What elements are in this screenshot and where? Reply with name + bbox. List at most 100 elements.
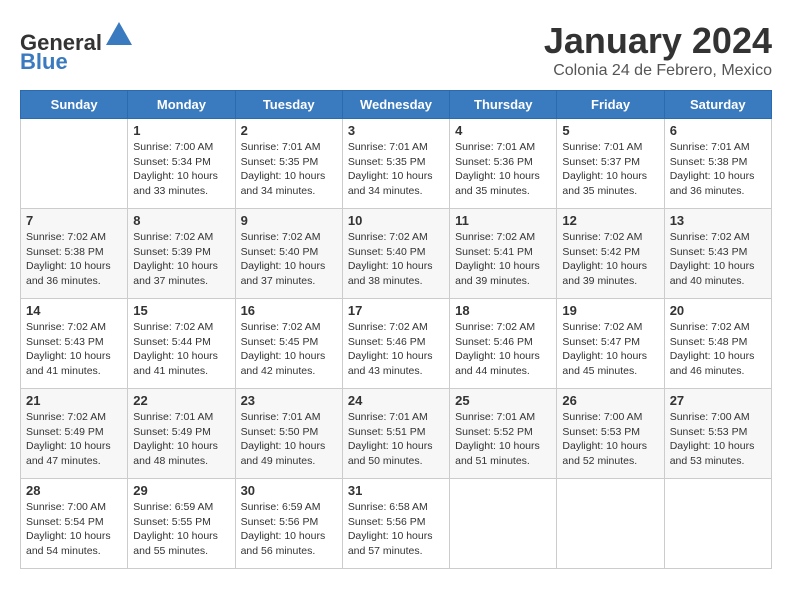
- day-number: 3: [348, 123, 444, 138]
- calendar-cell: 29 Sunrise: 6:59 AM Sunset: 5:55 PM Dayli…: [128, 479, 235, 569]
- logo: General Blue: [20, 20, 134, 75]
- day-number: 30: [241, 483, 337, 498]
- day-number: 14: [26, 303, 122, 318]
- day-info: Sunrise: 7:02 AM Sunset: 5:46 PM Dayligh…: [348, 320, 444, 379]
- day-number: 31: [348, 483, 444, 498]
- calendar-week-5: 28 Sunrise: 7:00 AM Sunset: 5:54 PM Dayli…: [21, 479, 772, 569]
- calendar-cell: 8 Sunrise: 7:02 AM Sunset: 5:39 PM Daylig…: [128, 209, 235, 299]
- calendar-cell: 16Sunrise: 7:02 AM Sunset: 5:45 PM Dayli…: [235, 299, 342, 389]
- day-number: 28: [26, 483, 122, 498]
- calendar-cell: 2 Sunrise: 7:01 AM Sunset: 5:35 PM Daylig…: [235, 119, 342, 209]
- calendar-cell: 1 Sunrise: 7:00 AM Sunset: 5:34 PM Daylig…: [128, 119, 235, 209]
- day-info: Sunrise: 7:01 AM Sunset: 5:51 PM Dayligh…: [348, 410, 444, 469]
- calendar-cell: 26 Sunrise: 7:00 AM Sunset: 5:53 PM Dayli…: [557, 389, 664, 479]
- calendar-cell: 19Sunrise: 7:02 AM Sunset: 5:47 PM Dayli…: [557, 299, 664, 389]
- day-info: Sunrise: 7:01 AM Sunset: 5:50 PM Dayligh…: [241, 410, 337, 469]
- day-info: Sunrise: 7:01 AM Sunset: 5:52 PM Dayligh…: [455, 410, 551, 469]
- day-number: 16: [241, 303, 337, 318]
- calendar-cell: 18 Sunrise: 7:02 AM Sunset: 5:46 PM Dayli…: [450, 299, 557, 389]
- day-number: 17: [348, 303, 444, 318]
- day-info: Sunrise: 7:00 AM Sunset: 5:53 PM Dayligh…: [562, 410, 658, 469]
- calendar-cell: 15 Sunrise: 7:02 AM Sunset: 5:44 PM Dayli…: [128, 299, 235, 389]
- calendar-week-2: 7 Sunrise: 7:02 AM Sunset: 5:38 PM Daylig…: [21, 209, 772, 299]
- calendar-cell: [21, 119, 128, 209]
- calendar-cell: [664, 479, 771, 569]
- day-number: 23: [241, 393, 337, 408]
- day-info: Sunrise: 7:02 AM Sunset: 5:44 PM Dayligh…: [133, 320, 229, 379]
- day-number: 20: [670, 303, 766, 318]
- day-header-monday: Monday: [128, 91, 235, 119]
- day-info: Sunrise: 7:02 AM Sunset: 5:47 PM Dayligh…: [562, 320, 658, 379]
- day-info: Sunrise: 7:01 AM Sunset: 5:37 PM Dayligh…: [562, 140, 658, 199]
- day-info: Sunrise: 7:02 AM Sunset: 5:40 PM Dayligh…: [348, 230, 444, 289]
- day-number: 1: [133, 123, 229, 138]
- day-info: Sunrise: 7:01 AM Sunset: 5:38 PM Dayligh…: [670, 140, 766, 199]
- calendar-cell: 12 Sunrise: 7:02 AM Sunset: 5:42 PM Dayli…: [557, 209, 664, 299]
- day-info: Sunrise: 7:00 AM Sunset: 5:54 PM Dayligh…: [26, 500, 122, 559]
- calendar-cell: 20 Sunrise: 7:02 AM Sunset: 5:48 PM Dayli…: [664, 299, 771, 389]
- day-number: 29: [133, 483, 229, 498]
- day-info: Sunrise: 7:00 AM Sunset: 5:34 PM Dayligh…: [133, 140, 229, 199]
- calendar-cell: 17 Sunrise: 7:02 AM Sunset: 5:46 PM Dayli…: [342, 299, 449, 389]
- day-number: 26: [562, 393, 658, 408]
- calendar-week-1: 1 Sunrise: 7:00 AM Sunset: 5:34 PM Daylig…: [21, 119, 772, 209]
- day-header-wednesday: Wednesday: [342, 91, 449, 119]
- day-number: 8: [133, 213, 229, 228]
- day-number: 5: [562, 123, 658, 138]
- calendar-week-4: 21 Sunrise: 7:02 AM Sunset: 5:49 PM Dayli…: [21, 389, 772, 479]
- calendar-table: SundayMondayTuesdayWednesdayThursdayFrid…: [20, 90, 772, 569]
- day-info: Sunrise: 7:01 AM Sunset: 5:49 PM Dayligh…: [133, 410, 229, 469]
- calendar-cell: 3Sunrise: 7:01 AM Sunset: 5:35 PM Daylig…: [342, 119, 449, 209]
- day-info: Sunrise: 7:02 AM Sunset: 5:42 PM Dayligh…: [562, 230, 658, 289]
- calendar-week-3: 14 Sunrise: 7:02 AM Sunset: 5:43 PM Dayli…: [21, 299, 772, 389]
- day-info: Sunrise: 7:02 AM Sunset: 5:43 PM Dayligh…: [670, 230, 766, 289]
- calendar-cell: 14 Sunrise: 7:02 AM Sunset: 5:43 PM Dayli…: [21, 299, 128, 389]
- day-number: 2: [241, 123, 337, 138]
- calendar-cell: 22Sunrise: 7:01 AM Sunset: 5:49 PM Dayli…: [128, 389, 235, 479]
- page-header: General Blue January 2024 Colonia 24 de …: [20, 20, 772, 80]
- month-title: January 2024: [544, 20, 772, 62]
- day-info: Sunrise: 6:58 AM Sunset: 5:56 PM Dayligh…: [348, 500, 444, 559]
- day-number: 25: [455, 393, 551, 408]
- calendar-cell: 25 Sunrise: 7:01 AM Sunset: 5:52 PM Dayli…: [450, 389, 557, 479]
- day-number: 18: [455, 303, 551, 318]
- day-header-tuesday: Tuesday: [235, 91, 342, 119]
- day-info: Sunrise: 7:02 AM Sunset: 5:49 PM Dayligh…: [26, 410, 122, 469]
- day-info: Sunrise: 7:02 AM Sunset: 5:41 PM Dayligh…: [455, 230, 551, 289]
- day-info: Sunrise: 7:02 AM Sunset: 5:38 PM Dayligh…: [26, 230, 122, 289]
- day-info: Sunrise: 7:01 AM Sunset: 5:36 PM Dayligh…: [455, 140, 551, 199]
- day-number: 21: [26, 393, 122, 408]
- day-info: Sunrise: 6:59 AM Sunset: 5:56 PM Dayligh…: [241, 500, 337, 559]
- calendar-cell: 10 Sunrise: 7:02 AM Sunset: 5:40 PM Dayli…: [342, 209, 449, 299]
- day-info: Sunrise: 7:02 AM Sunset: 5:40 PM Dayligh…: [241, 230, 337, 289]
- calendar-cell: [450, 479, 557, 569]
- calendar-cell: 6 Sunrise: 7:01 AM Sunset: 5:38 PM Daylig…: [664, 119, 771, 209]
- day-info: Sunrise: 7:00 AM Sunset: 5:53 PM Dayligh…: [670, 410, 766, 469]
- day-info: Sunrise: 7:02 AM Sunset: 5:46 PM Dayligh…: [455, 320, 551, 379]
- day-info: Sunrise: 7:02 AM Sunset: 5:43 PM Dayligh…: [26, 320, 122, 379]
- calendar-header-row: SundayMondayTuesdayWednesdayThursdayFrid…: [21, 91, 772, 119]
- day-info: Sunrise: 7:02 AM Sunset: 5:39 PM Dayligh…: [133, 230, 229, 289]
- day-number: 11: [455, 213, 551, 228]
- title-block: January 2024 Colonia 24 de Febrero, Mexi…: [544, 20, 772, 80]
- day-number: 15: [133, 303, 229, 318]
- day-header-friday: Friday: [557, 91, 664, 119]
- day-number: 10: [348, 213, 444, 228]
- day-number: 13: [670, 213, 766, 228]
- day-number: 4: [455, 123, 551, 138]
- day-info: Sunrise: 7:01 AM Sunset: 5:35 PM Dayligh…: [241, 140, 337, 199]
- day-number: 7: [26, 213, 122, 228]
- day-number: 24: [348, 393, 444, 408]
- day-number: 6: [670, 123, 766, 138]
- calendar-cell: 27Sunrise: 7:00 AM Sunset: 5:53 PM Dayli…: [664, 389, 771, 479]
- day-number: 12: [562, 213, 658, 228]
- day-info: Sunrise: 6:59 AM Sunset: 5:55 PM Dayligh…: [133, 500, 229, 559]
- location-subtitle: Colonia 24 de Febrero, Mexico: [544, 62, 772, 80]
- calendar-cell: 11 Sunrise: 7:02 AM Sunset: 5:41 PM Dayli…: [450, 209, 557, 299]
- calendar-cell: 24 Sunrise: 7:01 AM Sunset: 5:51 PM Dayli…: [342, 389, 449, 479]
- day-info: Sunrise: 7:02 AM Sunset: 5:48 PM Dayligh…: [670, 320, 766, 379]
- logo-icon: [104, 20, 134, 50]
- calendar-cell: 13 Sunrise: 7:02 AM Sunset: 5:43 PM Dayli…: [664, 209, 771, 299]
- calendar-cell: 7 Sunrise: 7:02 AM Sunset: 5:38 PM Daylig…: [21, 209, 128, 299]
- calendar-cell: 21 Sunrise: 7:02 AM Sunset: 5:49 PM Dayli…: [21, 389, 128, 479]
